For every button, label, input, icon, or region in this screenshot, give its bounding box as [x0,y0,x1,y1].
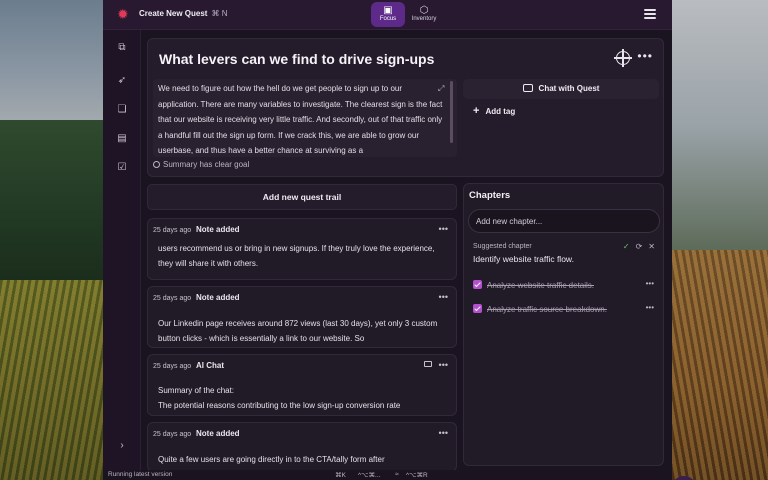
entry-text: users recommend us or bring in new signu… [158,244,435,268]
plus-icon: + [473,105,480,117]
goal-status-text: Summary has clear goal [163,160,250,169]
regenerate-icon[interactable]: ⟳ [636,242,643,251]
rocket-icon[interactable]: ➶ [116,75,128,87]
create-quest-button[interactable]: Create New Quest ⌘ N [139,9,227,18]
shortcut-hint: ^⌥⌘R [406,472,428,479]
entry-age: 25 days ago [153,431,192,438]
quest-summary[interactable]: We need to figure out how the hell do we… [153,79,457,157]
clipboard-icon[interactable]: ▤ [116,133,128,145]
mode-switcher: ▣ Focus ⬡ Inventory [371,2,441,27]
create-quest-shortcut: ⌘ N [211,9,228,18]
checkbox-checked-icon[interactable] [473,280,482,289]
entry-age: 25 days ago [153,295,192,302]
target-icon[interactable] [614,49,632,67]
suggested-chapter-label: Suggested chapter [473,243,532,250]
chapter-more-icon[interactable]: ••• [646,279,654,288]
message-icon[interactable] [424,361,432,367]
chapter-item[interactable]: Analyze website traffic details. [473,280,594,290]
suggestion-actions: ✓ ⟳ ✕ [617,242,655,251]
tab-focus-label: Focus [379,16,397,22]
entry-text: Quite a few users are going directly in … [158,455,385,464]
close-icon[interactable]: ✕ [648,242,655,251]
main-content: What levers can we find to drive sign-up… [141,30,697,480]
tab-focus[interactable]: ▣ Focus [371,2,405,27]
entry-age: 25 days ago [153,227,192,234]
trail-entry[interactable]: 25 days ago AI Chat ••• Summary of the c… [147,354,457,416]
checkbox-icon[interactable]: ☑ [116,162,128,174]
chapter-item[interactable]: Analyze traffic source breakdown. [473,304,607,314]
chat-with-quest-label: Chat with Quest [538,84,600,93]
shortcut-hint: ^⌥⌘... [358,472,381,479]
more-options-icon[interactable]: ••• [637,49,653,63]
chapter-item-label: Analyze traffic source breakdown. [487,305,607,314]
quest-card: What levers can we find to drive sign-up… [147,38,664,177]
entry-more-icon[interactable]: ••• [439,224,448,234]
add-tag-label: Add tag [485,107,516,116]
tab-inventory-label: Inventory [411,16,437,22]
chat-bubble-icon [522,84,533,92]
trail-entry[interactable]: 25 days ago Note added ••• Our Linkedin … [147,286,457,348]
summary-scrollbar[interactable] [450,81,453,143]
top-bar: ✹ Create New Quest ⌘ N ▣ Focus ⬡ Inventor… [103,0,672,30]
checkbox-checked-icon[interactable] [473,304,482,313]
menu-icon[interactable] [644,9,656,19]
add-quest-trail-button[interactable]: Add new quest trail [147,184,457,210]
status-text: Running latest version [108,471,173,478]
entry-type: Note added [196,429,240,438]
entry-more-icon[interactable]: ••• [439,360,448,370]
chat-icon[interactable]: ❏ [116,104,128,116]
chapters-title: Chapters [469,190,511,201]
quest-title[interactable]: What levers can we find to drive sign-up… [159,51,434,67]
trail-entry[interactable]: 25 days ago Note added ••• Quite a few u… [147,422,457,472]
create-quest-label: Create New Quest [139,9,208,18]
quests-icon[interactable]: ⧉ [116,42,128,54]
focus-icon: ▣ [383,5,393,16]
shortcut-hint: ⌘K [335,472,346,479]
cube-icon: ⬡ [419,5,429,16]
app-window: ✹ Create New Quest ⌘ N ▣ Focus ⬡ Inventor… [103,0,697,480]
entry-text: Summary of the chat: The potential reaso… [158,386,401,410]
suggested-chapter-text: Identify website traffic flow. [473,254,574,264]
entry-type: Note added [196,293,240,302]
entry-type: Note added [196,225,240,234]
goal-status: Summary has clear goal [153,160,249,169]
chapter-more-icon[interactable]: ••• [646,303,654,312]
shortcut-hint: ≈ [395,471,399,478]
check-circle-icon [153,161,160,168]
entry-type: AI Chat [196,361,224,370]
chapters-panel: Chapters Suggested chapter ✓ ⟳ ✕ Identify … [463,183,664,466]
accept-icon[interactable]: ✓ [623,242,630,251]
trail-entry[interactable]: 25 days ago Note added ••• users recomme… [147,218,457,280]
entry-more-icon[interactable]: ••• [439,292,448,302]
logo-icon[interactable]: ✹ [117,7,131,21]
sidebar: ⧉ ➶ ❏ ▤ ☑ › [103,30,141,480]
add-chapter-input[interactable] [468,209,660,233]
expand-icon[interactable]: ⤢ [438,84,444,94]
status-bar: Running latest version ⌘K ^⌥⌘... ≈ ^⌥⌘R [103,470,672,480]
chapter-item-label: Analyze website traffic details. [487,281,595,290]
entry-more-icon[interactable]: ••• [439,428,448,438]
chevron-right-icon[interactable]: › [116,440,128,452]
entry-text: Our Linkedin page receives around 872 vi… [158,319,438,343]
chat-with-quest-button[interactable]: Chat with Quest [463,79,659,99]
entry-age: 25 days ago [153,363,192,370]
add-tag-button[interactable]: + Add tag [473,105,515,117]
tab-inventory[interactable]: ⬡ Inventory [407,2,441,27]
